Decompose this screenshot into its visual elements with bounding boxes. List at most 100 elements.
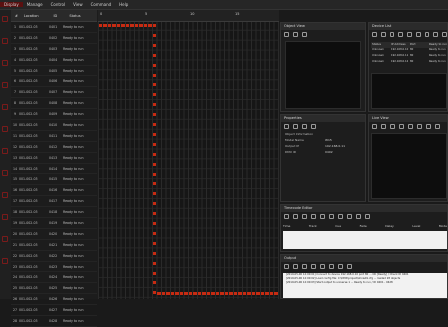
add-icon[interactable] — [372, 32, 377, 37]
cue-cell[interactable] — [152, 142, 156, 146]
cue-cell[interactable] — [107, 24, 111, 27]
export-icon[interactable] — [442, 32, 448, 37]
menu-item-3[interactable]: View — [69, 2, 87, 7]
cue-cell[interactable] — [175, 291, 179, 295]
cue-cell[interactable] — [152, 251, 156, 255]
zoom-out-icon[interactable] — [293, 32, 298, 37]
tool-icon[interactable] — [2, 214, 8, 220]
table-row[interactable]: 25 001-002-03 0425 Ready to run — [11, 283, 97, 295]
table-row[interactable]: 6 001-002-03 0406 Ready to run — [11, 76, 97, 88]
cue-cell[interactable] — [125, 24, 129, 27]
cue-cell[interactable] — [152, 261, 156, 265]
refresh-icon[interactable] — [389, 32, 395, 37]
table-row[interactable]: 11 001-002-03 0411 Ready to run — [11, 131, 97, 142]
tool-icon[interactable] — [2, 38, 8, 44]
cue-cell[interactable] — [152, 192, 156, 196]
tool-icon[interactable] — [2, 126, 8, 132]
cue-cell[interactable] — [247, 291, 251, 295]
cue-cell[interactable] — [152, 241, 156, 245]
cue-cell[interactable] — [274, 291, 278, 295]
cue-cell[interactable] — [179, 291, 183, 295]
device-row[interactable]: Unknown 192.168.0.12 80 Ready to run — [371, 60, 447, 66]
save-icon[interactable] — [302, 264, 307, 269]
object-preview-area[interactable] — [285, 41, 361, 109]
cue-cell[interactable] — [202, 291, 206, 295]
tool-icon[interactable] — [2, 192, 8, 198]
table-row[interactable]: 21 001-002-03 0421 Ready to run — [11, 240, 97, 251]
delete-icon[interactable] — [365, 214, 370, 219]
live-view-area[interactable] — [371, 133, 447, 199]
cue-cell[interactable] — [152, 43, 156, 47]
zoom-in-icon[interactable] — [284, 32, 289, 37]
table-row[interactable]: 2 001-002-03 0402 Ready to run — [11, 33, 97, 44]
save-icon[interactable] — [302, 214, 307, 219]
filter-icon[interactable] — [311, 264, 316, 269]
table-row[interactable]: 15 001-002-03 0415 Ready to run — [11, 174, 97, 186]
cue-cell[interactable] — [193, 291, 197, 295]
timeline-grid[interactable]: 05101520 — [98, 10, 279, 299]
cue-cell[interactable] — [152, 73, 156, 77]
table-row[interactable]: 9 001-002-03 0409 Ready to run — [11, 109, 97, 121]
cue-cell[interactable] — [152, 123, 156, 126]
table-row[interactable]: 3 001-002-03 0403 Ready to run — [11, 44, 97, 55]
table-row[interactable]: 4 001-002-03 0404 Ready to run — [11, 55, 97, 66]
column-header[interactable]: Location — [22, 14, 52, 18]
cue-cell[interactable] — [134, 24, 138, 27]
cue-cell[interactable] — [238, 291, 242, 295]
cue-cell[interactable] — [215, 291, 219, 295]
play-icon[interactable] — [372, 124, 377, 129]
remove-icon[interactable] — [380, 32, 386, 37]
cue-cell[interactable] — [152, 172, 156, 176]
cue-cell[interactable] — [152, 222, 156, 225]
cue-cell[interactable] — [152, 93, 156, 97]
redo-icon[interactable] — [347, 214, 352, 219]
cue-cell[interactable] — [197, 291, 201, 295]
cue-cell[interactable] — [152, 113, 156, 117]
link-icon[interactable] — [356, 214, 361, 219]
copy-icon[interactable] — [293, 264, 298, 269]
table-row[interactable]: 1 001-002-03 0401 Ready to run — [11, 22, 97, 33]
rewind-icon[interactable] — [390, 124, 395, 129]
cue-cell[interactable] — [220, 291, 224, 295]
table-row[interactable]: 18 001-002-03 0418 Ready to run — [11, 207, 97, 219]
tool-icon[interactable] — [2, 104, 8, 110]
output-log[interactable]: [2019-05-06 12:00:01] Connect to device … — [283, 273, 447, 298]
cue-cell[interactable] — [166, 291, 170, 295]
table-row[interactable]: 17 001-002-03 0417 Ready to run — [11, 196, 97, 208]
cue-cell[interactable] — [152, 33, 156, 37]
cue-cell[interactable] — [260, 291, 264, 295]
tool-icon[interactable] — [2, 236, 8, 242]
table-row[interactable]: 8 001-002-03 0408 Ready to run — [11, 98, 97, 110]
menu-item-1[interactable]: Manage — [23, 2, 47, 7]
cue-cell[interactable] — [233, 291, 237, 295]
fit-icon[interactable] — [426, 124, 431, 129]
search-icon[interactable] — [284, 124, 289, 129]
cue-cell[interactable] — [152, 291, 156, 295]
table-row[interactable]: 7 001-002-03 0407 Ready to run — [11, 87, 97, 99]
cue-cell[interactable] — [251, 291, 255, 295]
tool-icon[interactable] — [2, 60, 8, 66]
zoom-icon[interactable] — [417, 124, 422, 129]
forward-icon[interactable] — [399, 124, 404, 129]
cue-cell[interactable] — [152, 53, 156, 57]
tool-icon[interactable] — [2, 258, 8, 264]
cue-cell[interactable] — [211, 291, 215, 295]
table-row[interactable]: 10 001-002-03 0410 Ready to run — [11, 120, 97, 131]
table-row[interactable]: 27 001-002-03 0427 Ready to run — [11, 305, 97, 317]
cut-icon[interactable] — [311, 214, 316, 219]
fit-icon[interactable] — [302, 32, 307, 37]
cue-cell[interactable] — [229, 291, 233, 295]
column-header[interactable]: Status — [67, 14, 97, 18]
table-row[interactable]: 24 001-002-03 0424 Ready to run — [11, 272, 97, 284]
cue-cell[interactable] — [112, 24, 116, 27]
table-row[interactable]: 23 001-002-03 0423 Ready to run — [11, 262, 97, 273]
cue-cell[interactable] — [242, 291, 246, 295]
list-icon[interactable] — [433, 32, 439, 37]
cue-cell[interactable] — [152, 24, 156, 27]
cue-cell[interactable] — [184, 291, 188, 295]
menu-item-0[interactable]: Display — [0, 2, 23, 7]
record-icon[interactable] — [408, 124, 413, 129]
copy-icon[interactable] — [320, 214, 325, 219]
cue-cell[interactable] — [161, 291, 165, 295]
cue-cell[interactable] — [152, 202, 156, 206]
